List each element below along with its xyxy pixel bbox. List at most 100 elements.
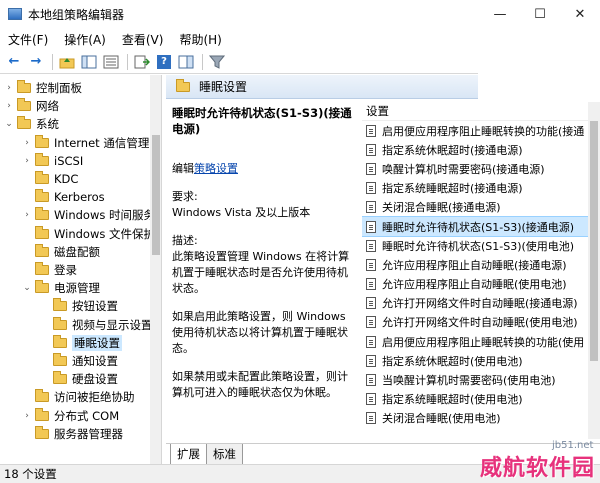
folder-icon [53,316,67,330]
tree-item[interactable]: 硬盘设置 [40,370,118,388]
policy-setting-icon [366,297,376,310]
chevron-right-icon[interactable]: › [4,101,14,111]
chevron-down-icon[interactable]: ⌄ [4,119,14,129]
tree-item[interactable]: ⌄ 系统 [4,115,59,133]
app-icon [8,8,22,20]
tree-item[interactable]: 视频与显示设置 [40,316,153,334]
setting-row[interactable]: 指定系统睡眠超时(接通电源) [362,179,600,198]
tree-item[interactable]: 服务器管理器 [22,425,123,443]
tree-item[interactable]: 访问被拒绝协助 [22,388,135,406]
chevron-right-icon[interactable]: › [22,411,32,421]
setting-row[interactable]: 关闭混合睡眠(接通电源) [362,198,600,217]
window-title: 本地组策略编辑器 [28,7,125,22]
policy-setting-icon [366,258,376,271]
settings-scrollbar[interactable] [588,101,600,439]
tree-item[interactable]: 登录 [22,261,77,279]
chevron-right-icon[interactable]: › [22,138,32,148]
setting-row[interactable]: 允许应用程序阻止自动睡眠(接通电源) [362,255,600,274]
menu-file[interactable]: 文件(F) [0,31,56,48]
filter-button[interactable] [207,52,227,72]
tree-item[interactable]: 磁盘配额 [22,243,100,261]
policy-setting-icon [366,220,376,233]
tree-item-label: iSCSI [54,153,84,168]
properties-button[interactable] [101,52,121,72]
setting-label: 唤醒计算机时需要密码(接通电源) [382,162,545,176]
folder-icon [35,171,49,184]
forward-arrow-icon: → [30,54,42,69]
policy-setting-icon [366,239,376,252]
settings-list[interactable]: 设置 启用便应用程序阻止睡眠转换的功能(接通指定系统休眠超时(接通电源) 唤醒计算… [362,101,600,439]
setting-label: 睡眠时允许待机状态(S1-S3)(使用电池) [382,239,575,253]
tree-item-label: 睡眠设置 [72,334,122,351]
setting-row[interactable]: 允许打开网络文件时自动睡眠(使用电池) [362,313,600,332]
export-list-button[interactable] [132,52,152,72]
tree-item[interactable]: 按钮设置 [40,297,118,315]
tree-item[interactable]: › 分布式 COM [22,407,119,425]
tree-scrollbar[interactable] [150,75,161,464]
settings-scrollbar-thumb[interactable] [590,121,598,361]
tree-item-label: 通知设置 [72,354,118,368]
chevron-right-icon[interactable]: › [22,210,32,220]
tree-item[interactable]: ⌄ 电源管理 [22,279,100,297]
tree-item[interactable]: › iSCSI [22,152,83,170]
up-folder-button[interactable] [57,52,77,72]
tree-item[interactable]: KDC [22,170,78,188]
forward-button[interactable]: → [26,52,46,72]
tree-item-label: 网络 [36,99,59,114]
tree-item[interactable]: Windows 文件保护 [22,225,155,243]
setting-row[interactable]: 睡眠时允许待机状态(S1-S3)(接通电源) [362,215,600,238]
folder-icon [35,389,49,403]
tab-extended[interactable]: 扩展 [170,444,207,465]
folder-icon [176,78,190,92]
toolbar-separator [127,53,128,70]
chevron-right-icon[interactable]: › [22,156,32,166]
policy-setting-icon [366,354,376,367]
settings-column-header[interactable]: 设置 [362,101,600,121]
setting-label: 启用便应用程序阻止睡眠转换的功能(接通 [382,124,585,138]
list-icon [103,55,119,68]
tree-item[interactable]: Kerberos [22,188,105,206]
policy-setting-icon [366,162,376,175]
folder-icon [17,98,31,112]
menu-action[interactable]: 操作(A) [56,31,114,48]
setting-row[interactable]: 指定系统休眠超时(接通电源) [362,140,600,159]
tree-item-label: Windows 文件保护 [54,226,155,241]
menu-view[interactable]: 查看(V) [114,31,172,48]
menu-help[interactable]: 帮助(H) [171,31,229,48]
back-button[interactable]: ← [4,52,24,72]
setting-row[interactable]: 启用便应用程序阻止睡眠转换的功能(接通 [362,121,600,140]
chevron-right-icon[interactable]: › [4,83,14,93]
tree-item[interactable]: › Windows 时间服务 [22,206,155,224]
setting-row[interactable]: 睡眠时允许待机状态(S1-S3)(使用电池) [362,236,600,255]
folder-icon [35,152,49,166]
setting-row[interactable]: 启用便应用程序阻止睡眠转换的功能(使用 [362,332,600,351]
enabled-text: 如果启用此策略设置，则 Windows 使用待机状态以将计算机置于睡眠状态。 [172,310,348,355]
tree-item[interactable]: › Internet 通信管理 [22,134,149,152]
tab-standard[interactable]: 标准 [206,444,243,465]
tree-item[interactable]: › 控制面板 [4,79,82,97]
folder-icon [35,134,49,148]
setting-row[interactable]: 关闭混合睡眠(使用电池) [362,409,600,428]
console-tree[interactable]: › 控制面板 › 网络 ⌄ 系统 › Internet 通信管理 › iSCSI KDC Kerber… [0,75,162,464]
setting-row[interactable]: 指定系统睡眠超时(使用电池) [362,390,600,409]
chevron-down-icon[interactable]: ⌄ [22,283,32,293]
tree-item[interactable]: › 网络 [4,97,59,115]
toolbar-separator [202,53,203,70]
edit-policy-link[interactable]: 策略设置 [194,162,238,175]
setting-label: 当唤醒计算机时需要密码(使用电池) [382,374,556,388]
help-button[interactable]: ? [154,52,174,72]
setting-row[interactable]: 允许打开网络文件时自动睡眠(接通电源) [362,294,600,313]
tree-item[interactable]: 通知设置 [40,352,118,370]
show-hide-tree-button[interactable] [79,52,99,72]
tree-item[interactable]: 睡眠设置 [40,334,122,352]
setting-row[interactable]: 唤醒计算机时需要密码(接通电源) [362,159,600,178]
view-pane-icon [178,55,194,68]
export-icon [134,55,150,68]
setting-row[interactable]: 允许应用程序阻止自动睡眠(使用电池) [362,275,600,294]
tree-scrollbar-thumb[interactable] [152,135,160,255]
view-button[interactable] [176,52,196,72]
setting-row[interactable]: 指定系统休眠超时(使用电池) [362,351,600,370]
setting-row[interactable]: 当唤醒计算机时需要密码(使用电池) [362,370,600,389]
tree-item-label: 控制面板 [36,81,82,95]
setting-label: 指定系统休眠超时(使用电池) [382,354,523,368]
